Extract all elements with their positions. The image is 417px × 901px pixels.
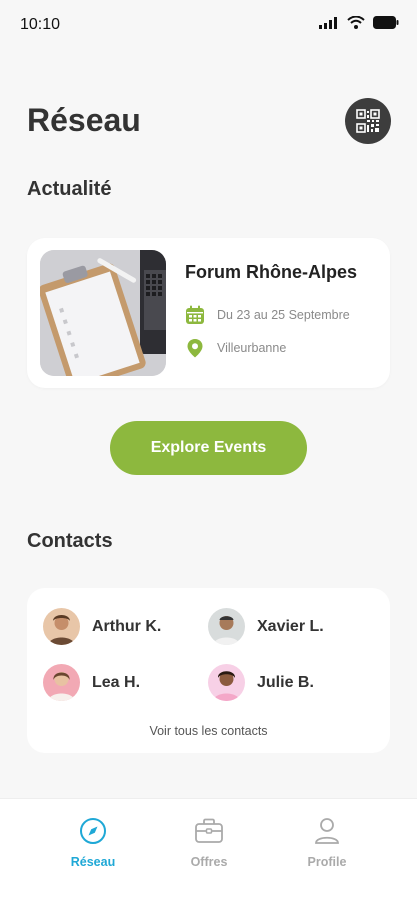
- contact-item[interactable]: Julie B.: [208, 664, 314, 701]
- contact-name: Julie B.: [257, 673, 314, 691]
- status-bar: 10:10: [0, 0, 417, 50]
- contact-name: Lea H.: [92, 673, 141, 691]
- page-title: Réseau: [27, 102, 141, 138]
- nav-item-profile[interactable]: Profile: [282, 817, 372, 869]
- briefcase-icon: [195, 818, 223, 843]
- avatar: [43, 664, 80, 701]
- event-date-row: Du 23 au 25 Septembre: [185, 305, 350, 325]
- explore-events-button[interactable]: Explore Events: [110, 421, 307, 475]
- qr-code-icon: [356, 109, 380, 133]
- avatar: [208, 664, 245, 701]
- signal-icon: [319, 16, 337, 29]
- contact-name: Arthur K.: [92, 617, 162, 635]
- user-icon: [315, 818, 339, 844]
- status-time: 10:10: [20, 16, 61, 33]
- qr-code-button[interactable]: [345, 98, 391, 144]
- contact-name: Xavier L.: [257, 617, 324, 635]
- compass-icon: [80, 818, 106, 844]
- event-location-row: Villeurbanne: [185, 338, 286, 358]
- event-date: Du 23 au 25 Septembre: [217, 308, 350, 322]
- location-pin-icon: [187, 339, 203, 358]
- battery-icon: [373, 16, 399, 29]
- news-section-title: Actualité: [27, 178, 112, 200]
- wifi-icon: [347, 16, 365, 29]
- event-image: [40, 250, 166, 376]
- calendar-icon: [186, 305, 204, 324]
- nav-label: Offres: [190, 855, 228, 869]
- nav-item-reseau[interactable]: Réseau: [48, 817, 138, 869]
- event-location: Villeurbanne: [217, 341, 287, 355]
- see-all-contacts-link[interactable]: Voir tous les contacts: [27, 724, 390, 738]
- contact-item[interactable]: Lea H.: [43, 664, 140, 701]
- contact-item[interactable]: Arthur K.: [43, 608, 161, 645]
- contacts-card: Arthur K. Xavier L. Lea H. Julie B. Voir…: [27, 588, 390, 753]
- contacts-section-title: Contacts: [27, 530, 113, 552]
- nav-item-offres[interactable]: Offres: [164, 817, 254, 869]
- nav-label: Réseau: [70, 855, 116, 869]
- bottom-nav: Réseau Offres Profile: [0, 798, 417, 901]
- event-title: Forum Rhône-Alpes: [185, 262, 358, 282]
- contact-item[interactable]: Xavier L.: [208, 608, 324, 645]
- nav-label: Profile: [307, 855, 347, 869]
- avatar: [208, 608, 245, 645]
- avatar: [43, 608, 80, 645]
- status-icons: [319, 16, 399, 29]
- event-card[interactable]: Forum Rhône-Alpes Du 23 au 25 Septembre …: [27, 238, 390, 388]
